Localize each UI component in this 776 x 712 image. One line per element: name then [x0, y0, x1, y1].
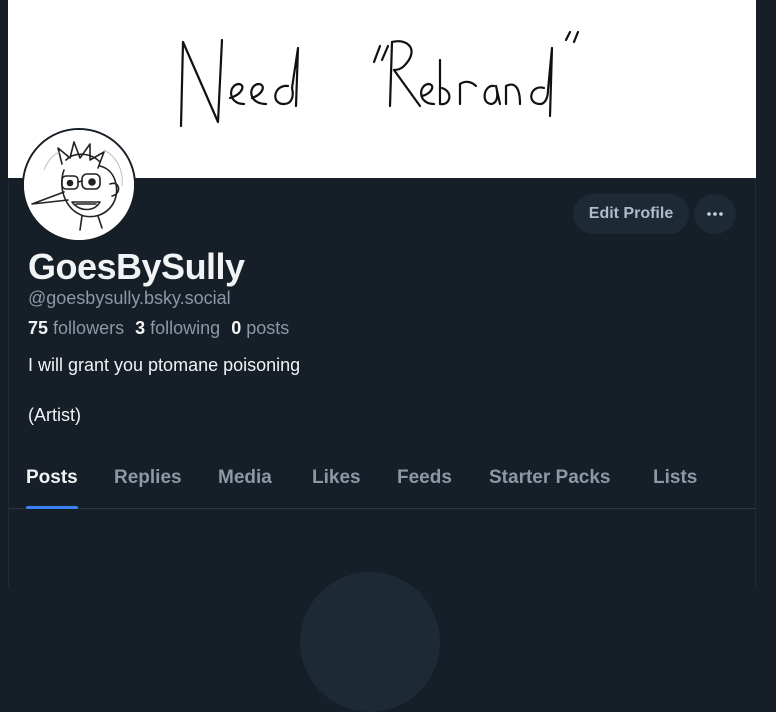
followers-stat[interactable]: 75 followers	[28, 318, 124, 338]
tab-media[interactable]: Media	[218, 458, 272, 508]
active-tab-indicator	[26, 506, 78, 509]
more-options-button[interactable]	[694, 194, 736, 234]
profile-avatar[interactable]	[22, 128, 136, 242]
profile-display-name: GoesBySully	[28, 246, 245, 287]
tab-replies[interactable]: Replies	[114, 458, 182, 508]
tab-label: Posts	[26, 467, 78, 488]
tab-label: Media	[218, 467, 272, 488]
followers-label: followers	[53, 318, 125, 338]
profile-tabs: Posts Replies Media Likes Feeds Starter …	[8, 458, 756, 509]
following-stat[interactable]: 3 following	[135, 318, 220, 338]
posts-count: 0	[231, 318, 242, 338]
tab-label: Starter Packs	[489, 467, 611, 488]
tab-likes[interactable]: Likes	[312, 458, 361, 508]
tab-feeds[interactable]: Feeds	[397, 458, 452, 508]
ellipsis-icon	[707, 212, 723, 216]
following-count: 3	[135, 318, 146, 338]
posts-stat: 0 posts	[231, 318, 289, 338]
empty-state-illustration	[300, 572, 440, 712]
tab-lists[interactable]: Lists	[653, 458, 697, 508]
tab-posts[interactable]: Posts	[26, 458, 78, 509]
profile-bio-line: (Artist)	[28, 405, 81, 425]
posts-label: posts	[246, 318, 290, 338]
following-label: following	[150, 318, 221, 338]
profile-stats: 75 followers 3 following 0 posts	[28, 318, 289, 339]
avatar-drawing-icon	[24, 130, 134, 240]
tab-starter-packs[interactable]: Starter Packs	[489, 458, 610, 508]
profile-handle: @goesbysully.bsky.social	[28, 288, 231, 308]
tab-label: Lists	[653, 467, 698, 488]
edit-profile-button[interactable]: Edit Profile	[573, 194, 689, 234]
followers-count: 75	[28, 318, 49, 338]
tab-label: Likes	[312, 467, 361, 488]
tab-label: Feeds	[397, 467, 452, 488]
tab-label: Replies	[114, 467, 182, 488]
profile-bio-line: I will grant you ptomane poisoning	[28, 355, 301, 375]
